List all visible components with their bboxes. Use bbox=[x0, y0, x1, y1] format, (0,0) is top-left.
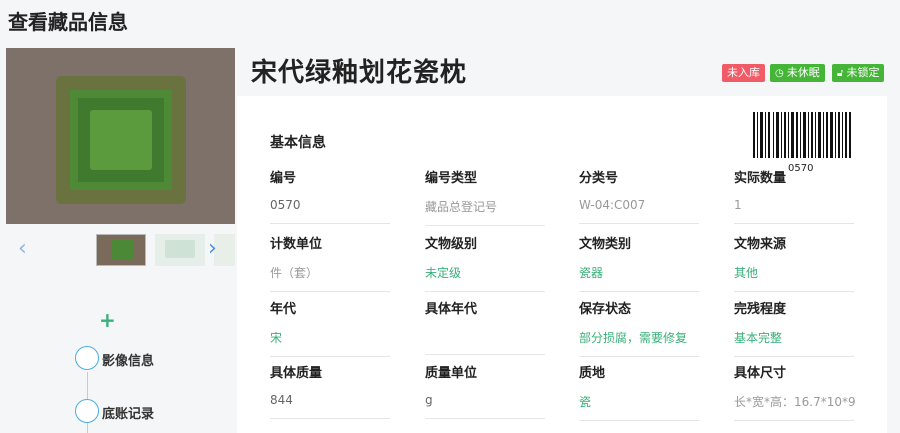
lock-icon: 🔓︎ bbox=[837, 68, 844, 79]
field-label: 实际数量 bbox=[734, 171, 787, 186]
status-badge-storage: 未入库 bbox=[722, 64, 765, 82]
status-badge-dormant: ◷ 未休眠 bbox=[770, 64, 825, 82]
section-title: 基本信息 bbox=[270, 135, 326, 151]
status-badge-lock: 🔓︎ 未锁定 bbox=[832, 64, 885, 82]
info-field: 编号类型藏品总登记号 bbox=[425, 167, 545, 226]
field-value: 宋 bbox=[270, 329, 390, 357]
info-field: 质量单位 g bbox=[425, 362, 545, 419]
field-value: 未定级 bbox=[425, 264, 545, 292]
artifact-main-image[interactable] bbox=[6, 48, 235, 224]
field-value: 长*宽*高：16.7*10*9 bbox=[734, 393, 856, 421]
field-label: 质量单位 bbox=[425, 366, 478, 381]
thumbnail-2[interactable] bbox=[155, 234, 205, 266]
info-field: 具体尺寸长*宽*高：16.7*10*9 bbox=[734, 362, 856, 421]
timeline-node-icon bbox=[75, 399, 99, 423]
field-label: 具体质量 bbox=[270, 366, 323, 381]
field-label: 具体年代 bbox=[425, 302, 478, 317]
badge-label: 未休眠 bbox=[786, 66, 820, 79]
field-label: 编号类型 bbox=[425, 171, 478, 186]
info-field: 计数单位件（套） bbox=[270, 233, 390, 292]
field-value: 藏品总登记号 bbox=[425, 198, 545, 226]
plus-icon[interactable]: + bbox=[99, 310, 116, 330]
timeline-node-icon bbox=[75, 346, 99, 370]
thumbnail-strip: ‹ › bbox=[6, 232, 235, 268]
thumbnail-3[interactable] bbox=[214, 234, 235, 266]
field-value: 0570 bbox=[270, 198, 390, 224]
field-label: 文物类别 bbox=[579, 237, 632, 252]
field-value: 844 bbox=[270, 393, 390, 419]
field-label: 编号 bbox=[270, 171, 297, 186]
timeline-label: 底账记录 bbox=[102, 407, 155, 422]
info-field: 编号 0570 bbox=[270, 167, 390, 224]
info-field: 完残程度 基本完整 bbox=[734, 298, 854, 357]
field-label: 完残程度 bbox=[734, 302, 787, 317]
info-field: 实际数量 1 bbox=[734, 167, 854, 224]
badge-label: 未入库 bbox=[727, 66, 760, 79]
field-label: 计数单位 bbox=[270, 237, 323, 252]
field-value: 基本完整 bbox=[734, 329, 854, 357]
field-value: 瓷器 bbox=[579, 264, 699, 292]
artifact-photo bbox=[56, 76, 186, 204]
badge-label: 未锁定 bbox=[846, 66, 880, 79]
info-field: 文物级别 未定级 bbox=[425, 233, 545, 292]
field-value: 部分损腐，需要修复 bbox=[579, 329, 699, 357]
field-value: 件（套） bbox=[270, 264, 390, 292]
field-label: 文物级别 bbox=[425, 237, 478, 252]
basic-info-card: 基本信息 0570 编号 0570 编号类型 藏品总登记号 分类号 W-04:C… bbox=[237, 96, 887, 433]
field-value: 瓷 bbox=[579, 393, 699, 421]
info-field: 文物来源 其他 bbox=[734, 233, 854, 292]
field-label: 质地 bbox=[579, 366, 606, 381]
info-field: 质地瓷 bbox=[579, 362, 699, 421]
field-value: W-04:C007 bbox=[579, 198, 699, 224]
clock-icon: ◷ bbox=[775, 68, 784, 79]
field-label: 具体尺寸 bbox=[734, 366, 787, 381]
info-field: 分类号 W-04:C007 bbox=[579, 167, 699, 224]
info-field: 年代宋 bbox=[270, 298, 390, 357]
artifact-name: 宋代绿釉划花瓷枕 bbox=[251, 58, 468, 88]
field-label: 文物来源 bbox=[734, 237, 787, 252]
info-field: 保存状态部分损腐，需要修复 bbox=[579, 298, 699, 357]
timeline-label: 影像信息 bbox=[102, 354, 155, 369]
field-label: 年代 bbox=[270, 302, 297, 317]
chevron-right-icon[interactable]: › bbox=[208, 238, 217, 260]
info-field: 具体年代 bbox=[425, 298, 545, 355]
field-value: g bbox=[425, 393, 545, 419]
page-title: 查看藏品信息 bbox=[8, 10, 128, 34]
info-field: 具体质量 844 bbox=[270, 362, 390, 419]
chevron-left-icon[interactable]: ‹ bbox=[18, 238, 27, 260]
field-label: 保存状态 bbox=[579, 302, 632, 317]
field-value: 其他 bbox=[734, 264, 854, 292]
thumbnail-1[interactable] bbox=[96, 234, 146, 266]
field-value: 1 bbox=[734, 198, 854, 224]
field-value bbox=[425, 329, 545, 355]
barcode-icon bbox=[753, 112, 851, 158]
field-label: 分类号 bbox=[579, 171, 619, 186]
info-field: 文物类别 瓷器 bbox=[579, 233, 699, 292]
